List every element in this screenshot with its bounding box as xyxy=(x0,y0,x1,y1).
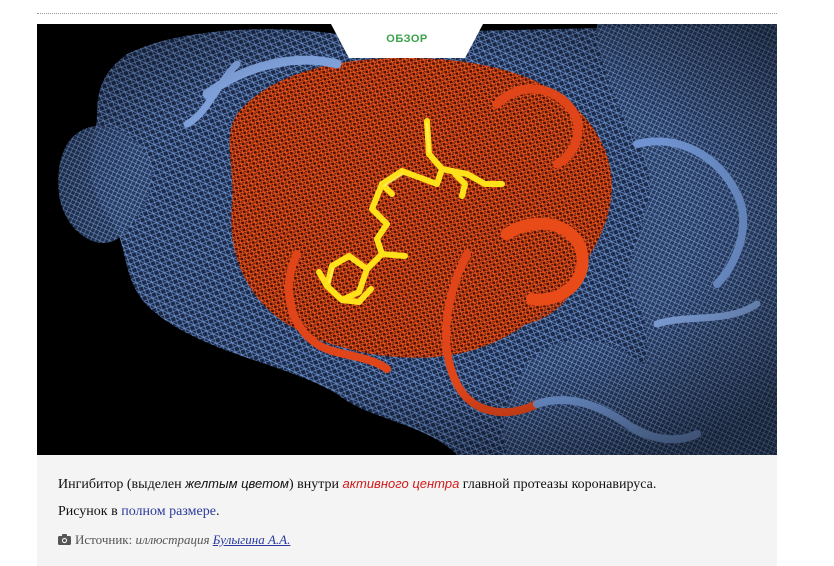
camera-icon xyxy=(58,533,71,549)
full-size-line: Рисунок в полном размере. xyxy=(58,504,219,520)
source-label: Источник: xyxy=(75,532,136,547)
caption-text-end: главной протеазы коронавируса. xyxy=(459,477,657,492)
article-figure-page: ОБЗОР Ингибитор (выделен желтым цветом) … xyxy=(0,0,834,566)
highlight-active-site: активного центра xyxy=(342,476,460,491)
divider xyxy=(37,13,777,14)
full-size-suffix: . xyxy=(215,504,220,519)
highlight-yellow: желтым цветом xyxy=(185,476,289,491)
figure-caption: Ингибитор (выделен желтым цветом) внутри… xyxy=(37,455,777,566)
source-author-link[interactable]: Булыгина А.А. xyxy=(213,532,291,547)
caption-text-mid: ) внутри xyxy=(288,477,343,492)
section-tab-label[interactable]: ОБЗОР xyxy=(331,33,483,45)
section-tab[interactable]: ОБЗОР xyxy=(331,24,483,58)
source-line: Источник: иллюстрация Булыгина А.А. xyxy=(58,532,290,549)
caption-text-start: Ингибитор (выделен xyxy=(58,477,186,492)
full-size-link[interactable]: полном размере xyxy=(121,504,216,519)
full-size-prefix: Рисунок в xyxy=(58,504,122,519)
source-type: иллюстрация xyxy=(135,532,210,547)
molecule-image[interactable] xyxy=(37,24,777,455)
caption-text: Ингибитор (выделен желтым цветом) внутри… xyxy=(58,476,656,493)
